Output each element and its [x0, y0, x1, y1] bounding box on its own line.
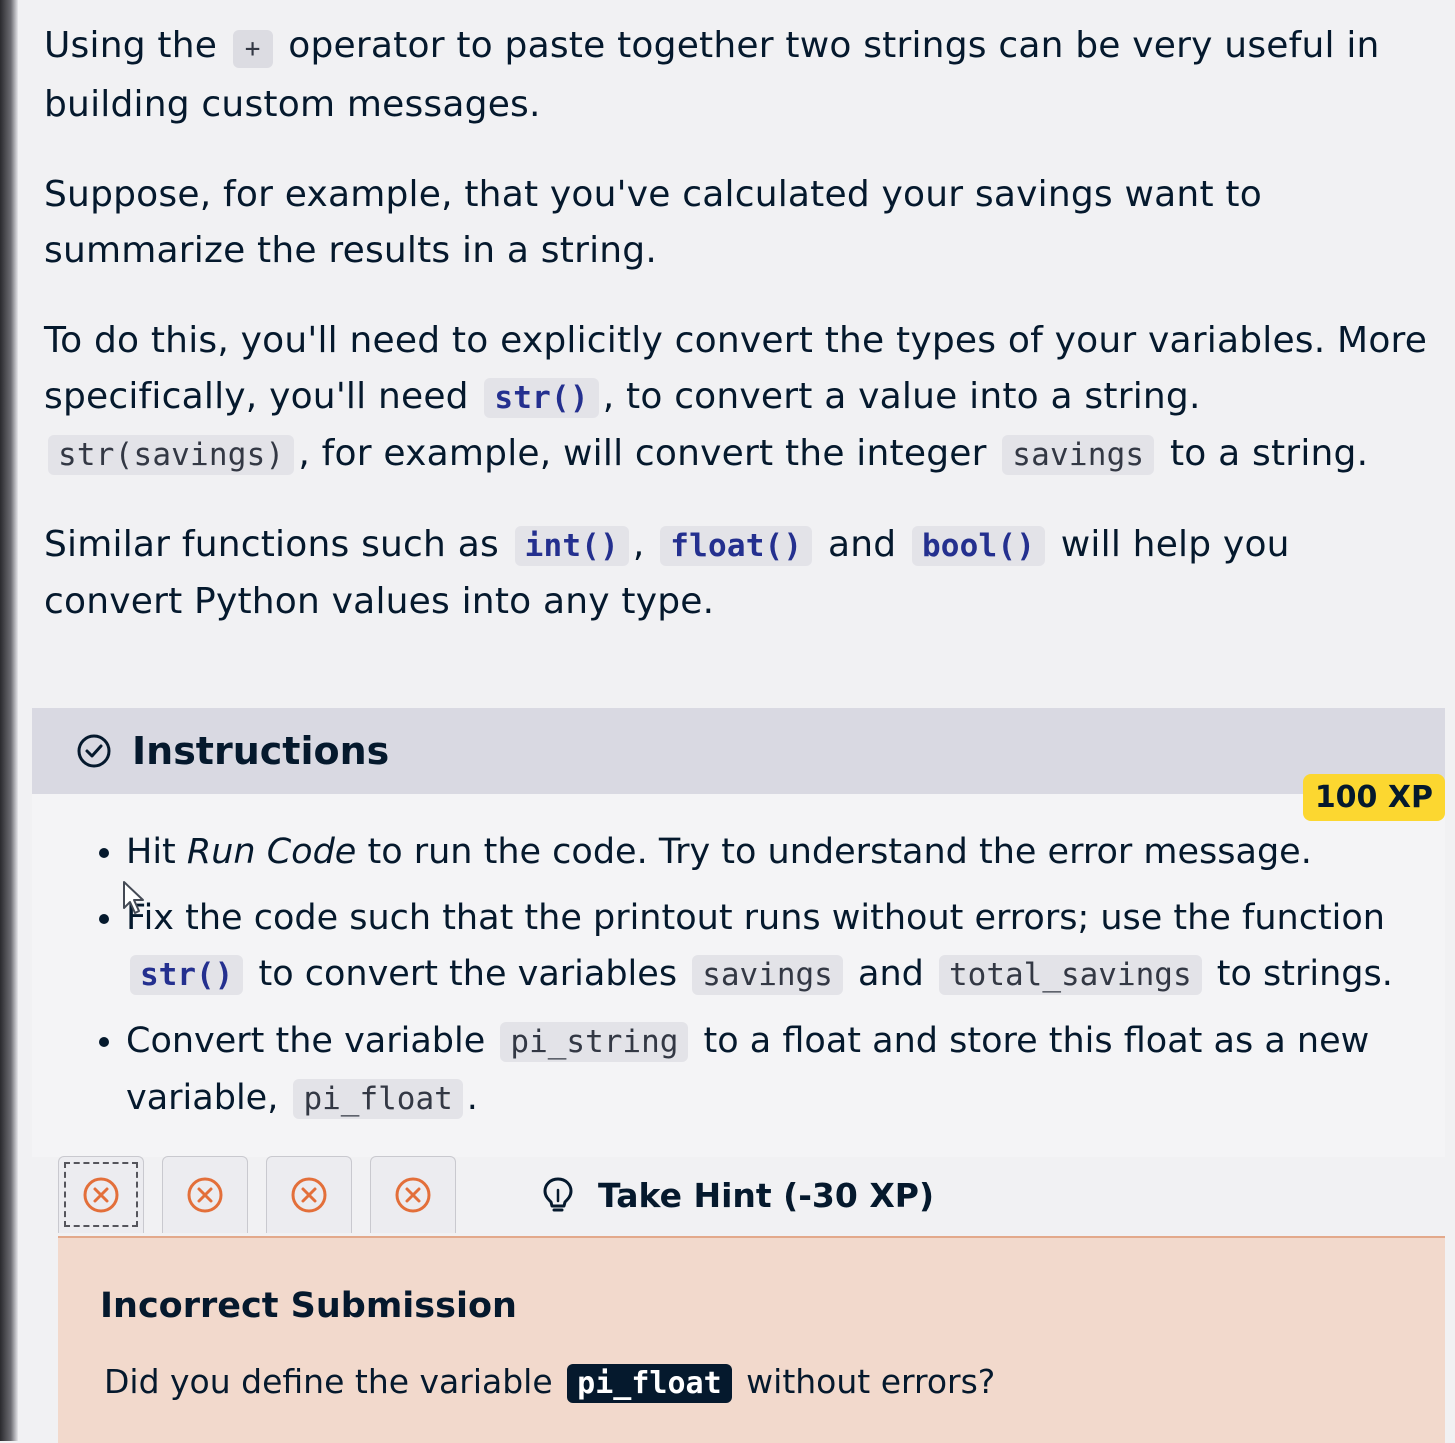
instruction-text: to strings.: [1216, 954, 1393, 994]
mouse-cursor-icon: [123, 881, 144, 914]
instruction-text: and: [858, 954, 924, 994]
inline-code: +: [232, 30, 273, 68]
x-circle-icon: [187, 1177, 223, 1213]
attempts-row: Take Hint (-30 XP): [58, 1156, 934, 1233]
instructions-header: Instructions 100 XP: [32, 708, 1445, 821]
instruction-item: Hit Run Code to run the code. Try to und…: [126, 824, 1425, 880]
check-circle-icon: [77, 734, 111, 768]
inline-code: pi_float: [293, 1079, 463, 1119]
context-text: , to convert a value into a string.: [602, 376, 1201, 417]
context-paragraph-4: Similar functions such as int(), float()…: [44, 517, 1435, 630]
instruction-text: Convert the variable: [126, 1021, 486, 1061]
attempt-tab-2[interactable]: [162, 1156, 248, 1233]
inline-code: int(): [514, 526, 629, 566]
attempt-tab-1[interactable]: [58, 1156, 144, 1233]
instruction-text: Hit: [126, 832, 176, 872]
feedback-message: Did you define the variable pi_float wit…: [104, 1362, 1445, 1403]
context-text: and: [827, 524, 897, 565]
inline-code: savings: [1002, 435, 1155, 475]
inline-code: str(): [484, 378, 599, 418]
instruction-item: Convert the variable pi_string to a floa…: [126, 1013, 1425, 1127]
inline-code: pi_float: [567, 1364, 732, 1403]
take-hint-label: Take Hint (-30 XP): [598, 1175, 935, 1215]
instructions-body: Hit Run Code to run the code. Try to und…: [32, 794, 1445, 1157]
context-paragraph-3: To do this, you'll need to explicitly co…: [44, 313, 1435, 483]
context-text: , for example, will convert the integer: [298, 433, 987, 474]
context-paragraph-2: Suppose, for example, that you've calcul…: [44, 174, 1262, 271]
instruction-text: .: [466, 1078, 478, 1118]
instructions-panel: Instructions 100 XP Hit Run Code to run …: [32, 708, 1445, 1157]
context-text: ,: [632, 524, 645, 565]
exercise-context: Using the + operator to paste together t…: [30, 0, 1445, 630]
instruction-emphasis: Run Code: [186, 832, 357, 872]
x-circle-icon: [395, 1177, 431, 1213]
x-circle-icon: [83, 1177, 119, 1213]
x-circle-icon: [291, 1177, 327, 1213]
feedback-panel: Incorrect Submission Did you define the …: [58, 1236, 1445, 1443]
inline-code: pi_string: [500, 1022, 689, 1062]
instruction-text: Fix the code such that the printout runs…: [126, 898, 1385, 938]
feedback-title: Incorrect Submission: [100, 1286, 517, 1326]
context-text: Using the: [44, 25, 218, 66]
feedback-text: Did you define the variable: [104, 1362, 553, 1401]
inline-code: total_savings: [939, 955, 1202, 995]
exercise-page: Using the + operator to paste together t…: [30, 0, 1445, 1443]
instruction-item: Fix the code such that the printout runs…: [126, 890, 1425, 1003]
context-text: Similar functions such as: [44, 524, 499, 565]
context-paragraph-1: Using the + operator to paste together t…: [44, 18, 1435, 133]
lightbulb-icon: [543, 1177, 573, 1212]
instruction-text: to convert the variables: [258, 954, 678, 994]
feedback-text: without errors?: [746, 1362, 996, 1401]
instructions-title: Instructions: [132, 729, 390, 773]
take-hint-button[interactable]: Take Hint (-30 XP): [542, 1157, 934, 1233]
instruction-text: to run the code. Try to understand the e…: [367, 832, 1312, 872]
inline-code: str(savings): [48, 435, 295, 475]
inline-code: bool(): [911, 526, 1046, 566]
xp-badge: 100 XP: [1302, 774, 1445, 821]
inline-code: float(): [660, 526, 813, 566]
instructions-list: Hit Run Code to run the code. Try to und…: [90, 824, 1425, 1127]
screen-edge: [0, 0, 18, 1441]
context-text: to a string.: [1169, 433, 1369, 474]
attempt-tab-3[interactable]: [266, 1156, 352, 1233]
inline-code: str(): [130, 955, 244, 995]
attempt-tab-4[interactable]: [370, 1156, 456, 1233]
inline-code: savings: [692, 955, 843, 995]
